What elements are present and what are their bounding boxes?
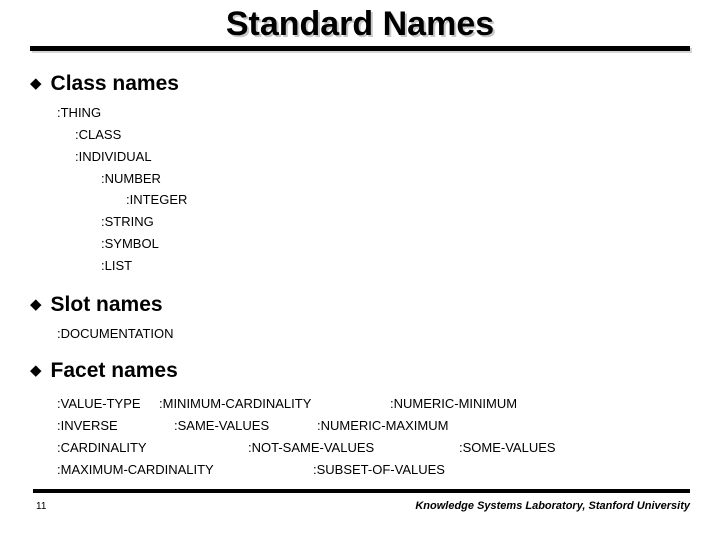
class-name-item: :THING — [57, 105, 102, 120]
facet-name-item: :NUMERIC-MINIMUM — [390, 396, 518, 411]
section-heading-label: Class names — [50, 72, 179, 95]
section-heading-label: Slot names — [50, 293, 163, 316]
class-name-item: :INDIVIDUAL — [75, 149, 152, 164]
slide: Standard Names ◆ Class names :THING :CLA… — [0, 0, 720, 540]
diamond-bullet-icon: ◆ — [30, 362, 42, 379]
section-heading-label: Facet names — [50, 359, 178, 382]
section-heading-facet-names: ◆ Facet names — [30, 358, 178, 384]
facet-name-item: :INVERSE — [57, 418, 118, 433]
class-name-item: :SYMBOL — [101, 236, 159, 251]
footer-divider — [33, 489, 690, 493]
section-heading-class-names: ◆ Class names — [30, 71, 179, 97]
facet-name-item: :SAME-VALUES — [174, 418, 270, 433]
page-number: 11 — [36, 501, 47, 512]
section-heading-slot-names: ◆ Slot names — [30, 292, 163, 318]
facet-name-item: :NOT-SAME-VALUES — [248, 440, 375, 455]
facet-name-item: :SOME-VALUES — [459, 440, 556, 455]
facet-name-item: :VALUE-TYPE — [57, 396, 141, 411]
diamond-bullet-icon: ◆ — [30, 75, 42, 92]
facet-name-row: :INVERSE :SAME-VALUES :NUMERIC-MAXIMUM — [0, 417, 720, 434]
facet-name-item: :CARDINALITY — [57, 440, 147, 455]
facet-name-row: :CARDINALITY :NOT-SAME-VALUES :SOME-VALU… — [0, 439, 720, 456]
title-divider — [30, 46, 690, 51]
facet-name-item: :MAXIMUM-CARDINALITY — [57, 462, 214, 477]
class-name-item: :NUMBER — [101, 171, 161, 186]
class-name-item: :LIST — [101, 258, 133, 273]
facet-name-item: :NUMERIC-MAXIMUM — [317, 418, 449, 433]
class-name-item: :INTEGER — [126, 192, 188, 207]
class-name-item: :CLASS — [75, 127, 122, 142]
facet-name-item: :SUBSET-OF-VALUES — [313, 462, 445, 477]
diamond-bullet-icon: ◆ — [30, 296, 42, 313]
footer-credit: Knowledge Systems Laboratory, Stanford U… — [415, 500, 690, 512]
slot-name-item: :DOCUMENTATION — [57, 326, 174, 341]
facet-name-item: :MINIMUM-CARDINALITY — [159, 396, 312, 411]
facet-name-row: :MAXIMUM-CARDINALITY :SUBSET-OF-VALUES — [0, 461, 720, 478]
page-title: Standard Names — [225, 5, 495, 43]
facet-name-row: :VALUE-TYPE :MINIMUM-CARDINALITY :NUMERI… — [0, 395, 720, 412]
class-name-item: :STRING — [101, 214, 154, 229]
